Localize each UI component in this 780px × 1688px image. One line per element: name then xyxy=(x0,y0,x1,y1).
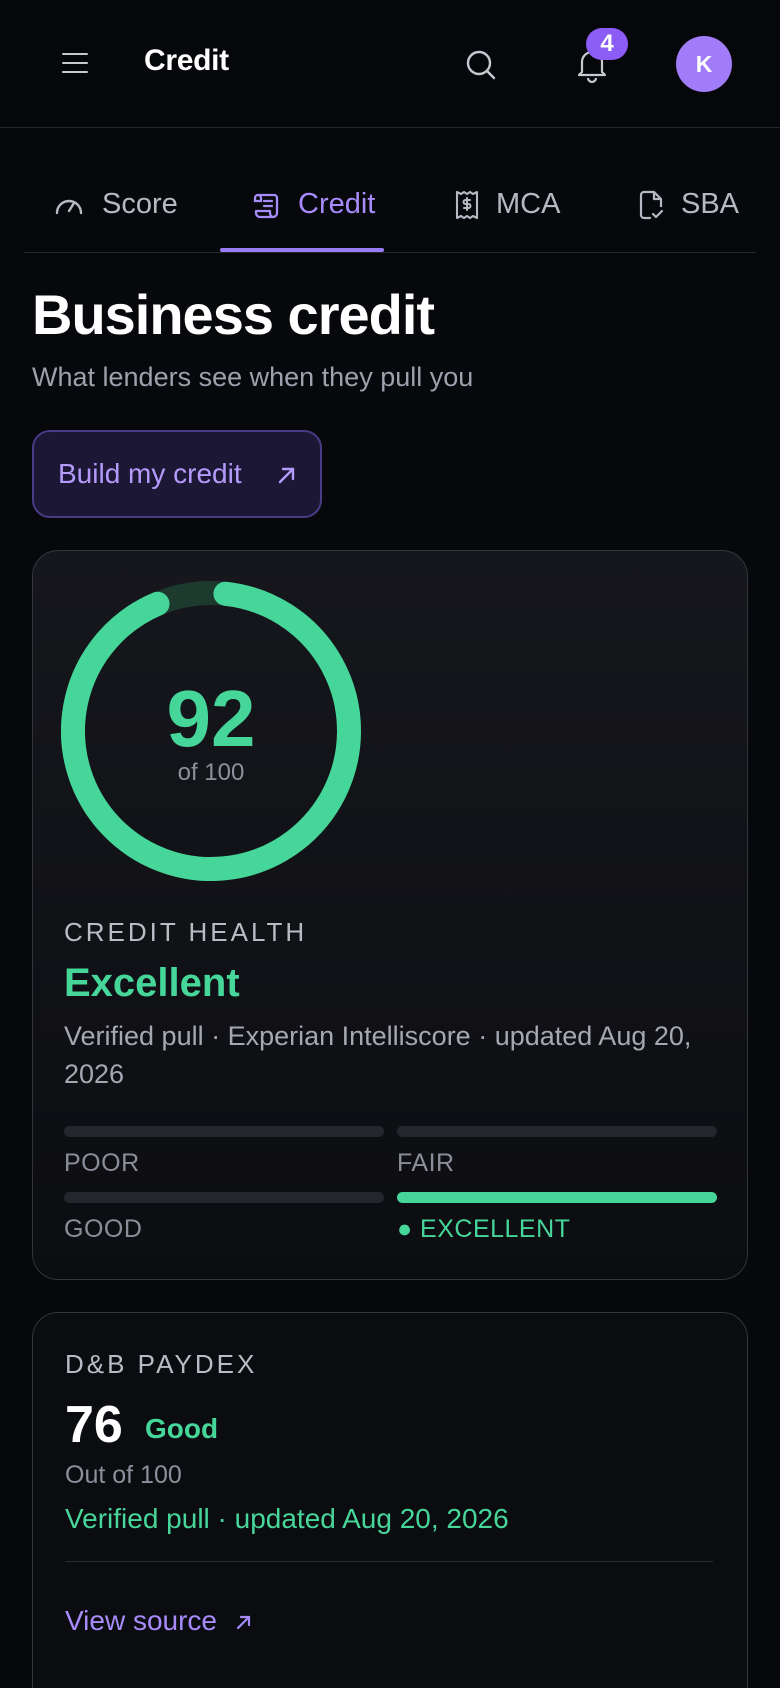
app-title: Credit xyxy=(144,44,229,77)
band-label-excellent: ● EXCELLENT xyxy=(397,1215,571,1243)
divider xyxy=(65,1561,713,1562)
paydex-heading: D&B PAYDEX xyxy=(65,1349,258,1379)
tab-label: Score xyxy=(102,188,178,220)
band-bar-poor xyxy=(64,1126,384,1137)
paydex-card: D&B PAYDEX 76 Good Out of 100 Verified p… xyxy=(32,1312,748,1688)
band-label-good: GOOD xyxy=(64,1215,143,1243)
credit-health-description: Verified pull · Experian Intelliscore · … xyxy=(64,1021,692,1089)
scroll-icon xyxy=(252,189,282,221)
credit-score-value: 92 xyxy=(166,674,256,763)
avatar[interactable]: K xyxy=(676,36,732,92)
page-title: Business credit xyxy=(32,283,435,346)
view-source-label: View source xyxy=(65,1605,218,1636)
band-bar-fair xyxy=(397,1126,717,1137)
band-label-poor: POOR xyxy=(64,1149,140,1177)
credit-health-heading: CREDIT HEALTH xyxy=(64,917,308,947)
menu-icon[interactable] xyxy=(58,47,92,79)
file-check-icon xyxy=(636,189,666,221)
paydex-verified: Verified pull · updated Aug 20, 2026 xyxy=(65,1503,509,1534)
search-icon[interactable] xyxy=(462,46,500,84)
receipt-dollar-icon xyxy=(452,189,482,221)
arrow-up-right-icon xyxy=(274,462,300,488)
credit-score-max: of 100 xyxy=(177,759,245,786)
band-bar-good xyxy=(64,1192,384,1203)
tab-mca[interactable]: MCA xyxy=(452,160,582,252)
tab-score[interactable]: Score xyxy=(54,160,214,252)
tab-label: MCA xyxy=(496,188,561,220)
tab-sba[interactable]: SBA xyxy=(636,160,756,252)
credit-health-status: Excellent xyxy=(64,961,240,1005)
band-label-fair: FAIR xyxy=(397,1149,455,1177)
gauge-icon xyxy=(54,189,84,221)
paydex-rating: Good xyxy=(145,1413,219,1444)
view-source-link[interactable]: View source xyxy=(65,1605,251,1645)
tab-credit[interactable]: Credit xyxy=(252,160,392,252)
paydex-score: 76 xyxy=(65,1396,123,1454)
band-bar-excellent xyxy=(397,1192,717,1203)
tab-label: Credit xyxy=(298,188,376,220)
arrow-up-right-icon xyxy=(233,1611,255,1633)
top-bar: Credit 4 K xyxy=(0,0,780,128)
build-credit-label: Build my credit xyxy=(58,458,242,489)
build-credit-button[interactable]: Build my credit xyxy=(32,430,322,518)
tab-bar: Score Credit MCA SBA xyxy=(24,160,756,253)
notification-badge: 4 xyxy=(586,28,628,60)
paydex-out-of: Out of 100 xyxy=(65,1461,182,1489)
tab-label: SBA xyxy=(681,188,740,220)
credit-health-card: 92 of 100 CREDIT HEALTH Excellent Verifi… xyxy=(32,550,748,1280)
page-subtitle: What lenders see when they pull you xyxy=(32,362,474,392)
active-tab-indicator xyxy=(220,248,384,252)
